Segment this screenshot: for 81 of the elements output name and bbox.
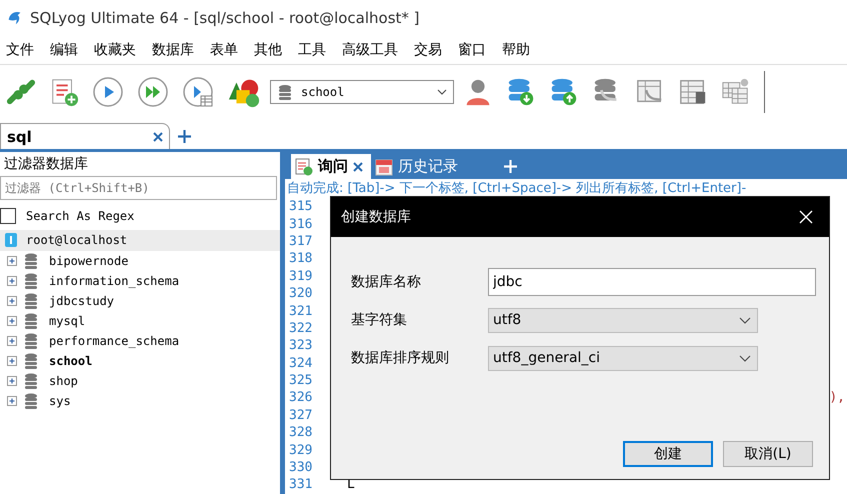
window-title: SQLyog Ultimate 64 - [sql/school - root@localhost* ] xyxy=(30,9,420,27)
database-icon xyxy=(23,253,39,269)
database-icon xyxy=(277,84,293,100)
dialog-button[interactable]: 取消(L) xyxy=(723,441,813,467)
line-number: 316 xyxy=(288,216,314,232)
line-number: 328 xyxy=(288,425,314,440)
code-text: ), xyxy=(829,390,846,406)
dropdown[interactable]: utf8 xyxy=(488,308,758,332)
line-number: 329 xyxy=(288,442,314,458)
database-icon xyxy=(23,313,39,329)
server-icon xyxy=(4,232,18,248)
menu-item[interactable]: 表单 xyxy=(208,41,246,59)
database-dropdown[interactable]: school xyxy=(270,80,454,104)
tree-item[interactable]: shop xyxy=(0,371,280,391)
database-icon xyxy=(23,373,39,389)
menu-item[interactable]: 高级工具 xyxy=(340,41,406,59)
tree-item[interactable]: information_schema xyxy=(0,271,280,291)
panel-title: 过滤器数据库 xyxy=(3,155,89,174)
editor-tab[interactable]: 历史记录 xyxy=(371,154,466,179)
menu-item[interactable]: 窗口 xyxy=(456,41,494,59)
line-number: 320 xyxy=(288,286,314,302)
tree-item[interactable]: mysql xyxy=(0,311,280,331)
name-field[interactable]: jdbc xyxy=(488,268,816,296)
expand-icon[interactable] xyxy=(7,336,17,346)
line-number: 318 xyxy=(288,251,314,266)
expand-icon[interactable] xyxy=(7,296,17,306)
line-number: 331 xyxy=(288,477,314,492)
menu-item[interactable]: 工具 xyxy=(296,41,334,59)
menu-item[interactable]: 其他 xyxy=(252,41,290,59)
line-number: 325 xyxy=(288,373,314,388)
line-number: 315 xyxy=(288,199,314,214)
expand-icon[interactable] xyxy=(7,356,17,366)
tree-item[interactable]: root@localhost xyxy=(0,230,280,251)
line-number: 319 xyxy=(288,268,314,284)
menu-item[interactable]: 收藏夹 xyxy=(92,41,144,59)
expand-icon[interactable] xyxy=(7,256,17,266)
expand-icon[interactable] xyxy=(7,376,17,386)
filter-field[interactable]: 过滤器 (Ctrl+Shift+B) xyxy=(0,176,277,200)
menu-item[interactable]: 文件 xyxy=(4,41,42,59)
database-icon xyxy=(23,293,39,309)
line-number: 323 xyxy=(288,338,314,354)
dialog-button[interactable]: 创建 xyxy=(623,441,713,467)
field-label: 基字符集 xyxy=(351,311,408,329)
menu-item[interactable]: 帮助 xyxy=(500,41,538,59)
line-number: 324 xyxy=(288,356,314,371)
expand-icon[interactable] xyxy=(7,396,17,406)
field-label: 数据库排序规则 xyxy=(351,349,450,367)
add-tab-icon[interactable] xyxy=(178,130,191,143)
line-number: 321 xyxy=(288,304,314,319)
field-label: 数据库名称 xyxy=(351,273,422,291)
expand-icon[interactable] xyxy=(7,316,17,326)
line-number: 326 xyxy=(288,390,314,406)
chevron-icon xyxy=(739,316,751,324)
expand-icon[interactable] xyxy=(7,276,17,286)
database-icon xyxy=(23,273,39,289)
dropdown[interactable]: utf8_general_ci xyxy=(488,346,758,370)
database-icon xyxy=(23,393,39,409)
menu-item[interactable]: 编辑 xyxy=(48,41,86,59)
dialog-title: 创建数据库 xyxy=(341,208,411,226)
connection-tab[interactable]: sql xyxy=(0,123,170,149)
checkbox-label: Search As Regex xyxy=(26,209,134,223)
line-number: 322 xyxy=(288,320,314,336)
tree-item[interactable]: jdbcstudy xyxy=(0,291,280,311)
menu-item[interactable]: 数据库 xyxy=(150,41,202,59)
line-number: 317 xyxy=(288,234,314,249)
tree-item[interactable]: performance_schema xyxy=(0,331,280,351)
database-icon xyxy=(23,333,39,349)
chevron-icon xyxy=(739,354,751,362)
query-icon xyxy=(295,158,313,176)
tree-item[interactable]: bipowernode xyxy=(0,251,280,271)
database-icon xyxy=(23,353,39,369)
menu-item[interactable]: 交易 xyxy=(412,41,450,59)
tree-item[interactable]: school xyxy=(0,351,280,371)
checkbox[interactable] xyxy=(0,208,16,224)
chevron-icon xyxy=(437,89,447,95)
calendar-icon xyxy=(375,158,393,176)
line-number: 327 xyxy=(288,408,314,423)
tree-item[interactable]: sys xyxy=(0,391,280,411)
editor-tab[interactable]: 询问 xyxy=(291,154,371,179)
line-number: 330 xyxy=(288,460,314,476)
autocomplete-hint: 自动完成: [Tab]-> 下一个标签, [Ctrl+Space]-> 列出所有标签, [Ctrl+Enter]- xyxy=(286,180,748,198)
